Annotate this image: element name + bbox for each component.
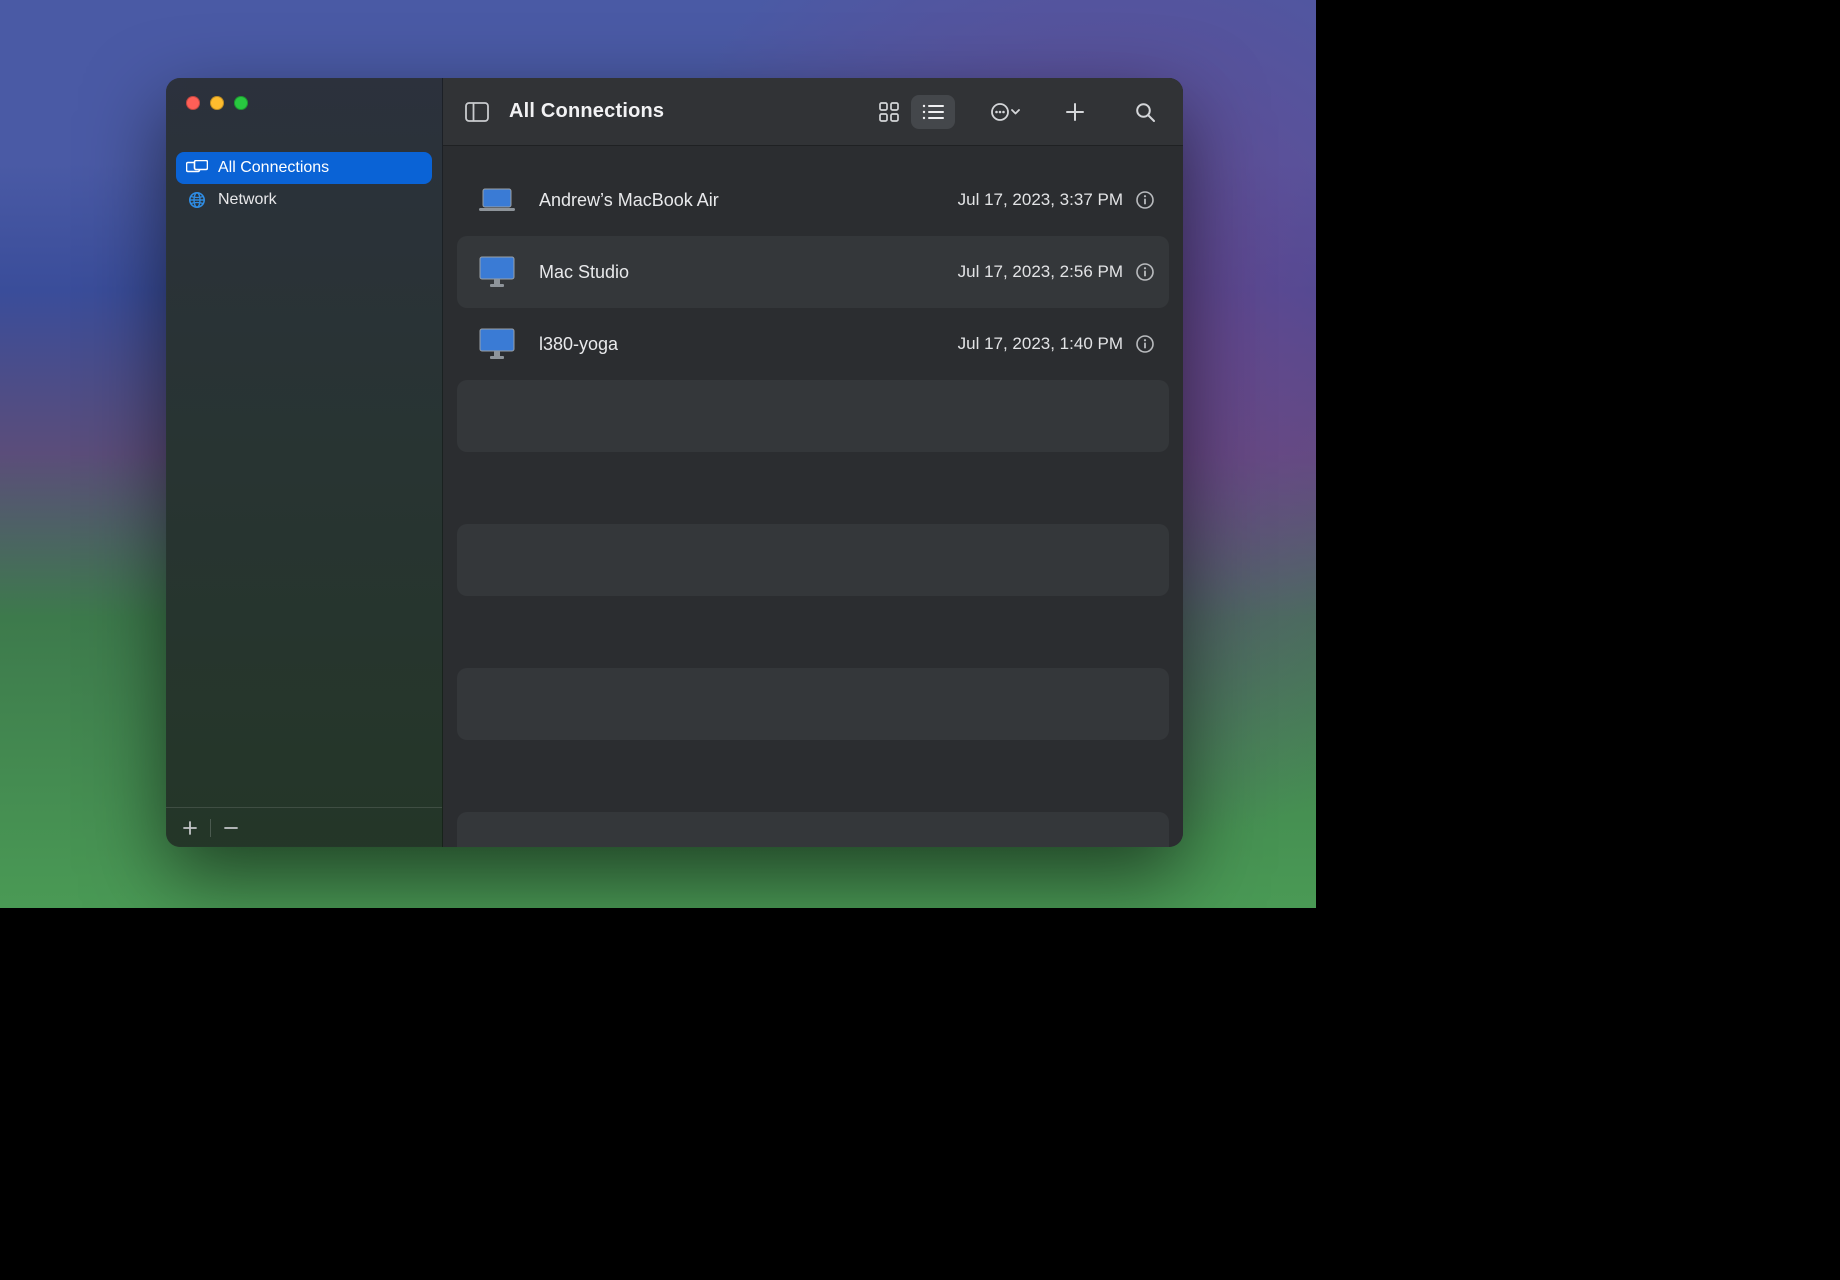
list-row-empty <box>457 596 1169 668</box>
toolbar: All Connections <box>443 78 1183 146</box>
connection-row[interactable]: l380-yoga Jul 17, 2023, 1:40 PM <box>457 308 1169 380</box>
separator <box>210 819 211 837</box>
connection-row[interactable]: Mac Studio Jul 17, 2023, 2:56 PM <box>457 236 1169 308</box>
sidebar-item-label: Network <box>218 191 277 209</box>
connection-date: Jul 17, 2023, 2:56 PM <box>958 262 1123 282</box>
toggle-sidebar-button[interactable] <box>465 100 489 124</box>
sidebar-item-network[interactable]: Network <box>176 184 432 216</box>
list-row-empty <box>457 740 1169 812</box>
display-icon <box>475 250 519 294</box>
displays-icon <box>186 160 208 176</box>
connection-name: Andrew’s MacBook Air <box>539 190 958 211</box>
sidebar-list: All Connections Network <box>166 134 442 807</box>
sidebar-item-all-connections[interactable]: All Connections <box>176 152 432 184</box>
more-options-button[interactable] <box>985 95 1025 129</box>
list-row-empty <box>457 668 1169 740</box>
connection-name: l380-yoga <box>539 334 958 355</box>
add-connection-button[interactable] <box>1055 95 1095 129</box>
close-window-button[interactable] <box>186 96 200 110</box>
connection-date: Jul 17, 2023, 3:37 PM <box>958 190 1123 210</box>
list-row-empty <box>457 380 1169 452</box>
list-row-empty <box>457 452 1169 524</box>
main-pane: All Connections <box>443 78 1183 847</box>
connection-list: Andrew’s MacBook Air Jul 17, 2023, 3:37 … <box>443 146 1183 847</box>
view-mode-segmented-control <box>867 95 955 129</box>
display-icon <box>475 322 519 366</box>
list-view-button[interactable] <box>911 95 955 129</box>
laptop-icon <box>475 178 519 222</box>
list-row-empty <box>457 812 1169 847</box>
minimize-window-button[interactable] <box>210 96 224 110</box>
list-row-empty <box>457 524 1169 596</box>
connection-date: Jul 17, 2023, 1:40 PM <box>958 334 1123 354</box>
info-button[interactable] <box>1135 262 1155 282</box>
info-button[interactable] <box>1135 190 1155 210</box>
app-window: All Connections Network <box>166 78 1183 847</box>
connection-row[interactable]: Andrew’s MacBook Air Jul 17, 2023, 3:37 … <box>457 164 1169 236</box>
page-title: All Connections <box>509 100 664 123</box>
sidebar-item-label: All Connections <box>218 159 329 177</box>
grid-view-button[interactable] <box>867 95 911 129</box>
remove-sidebar-item-button[interactable] <box>217 814 245 842</box>
info-button[interactable] <box>1135 334 1155 354</box>
search-button[interactable] <box>1125 95 1165 129</box>
window-controls <box>166 78 442 134</box>
sidebar-footer <box>166 807 442 847</box>
sidebar: All Connections Network <box>166 78 443 847</box>
fullscreen-window-button[interactable] <box>234 96 248 110</box>
add-sidebar-item-button[interactable] <box>176 814 204 842</box>
connection-name: Mac Studio <box>539 262 958 283</box>
globe-icon <box>186 192 208 208</box>
